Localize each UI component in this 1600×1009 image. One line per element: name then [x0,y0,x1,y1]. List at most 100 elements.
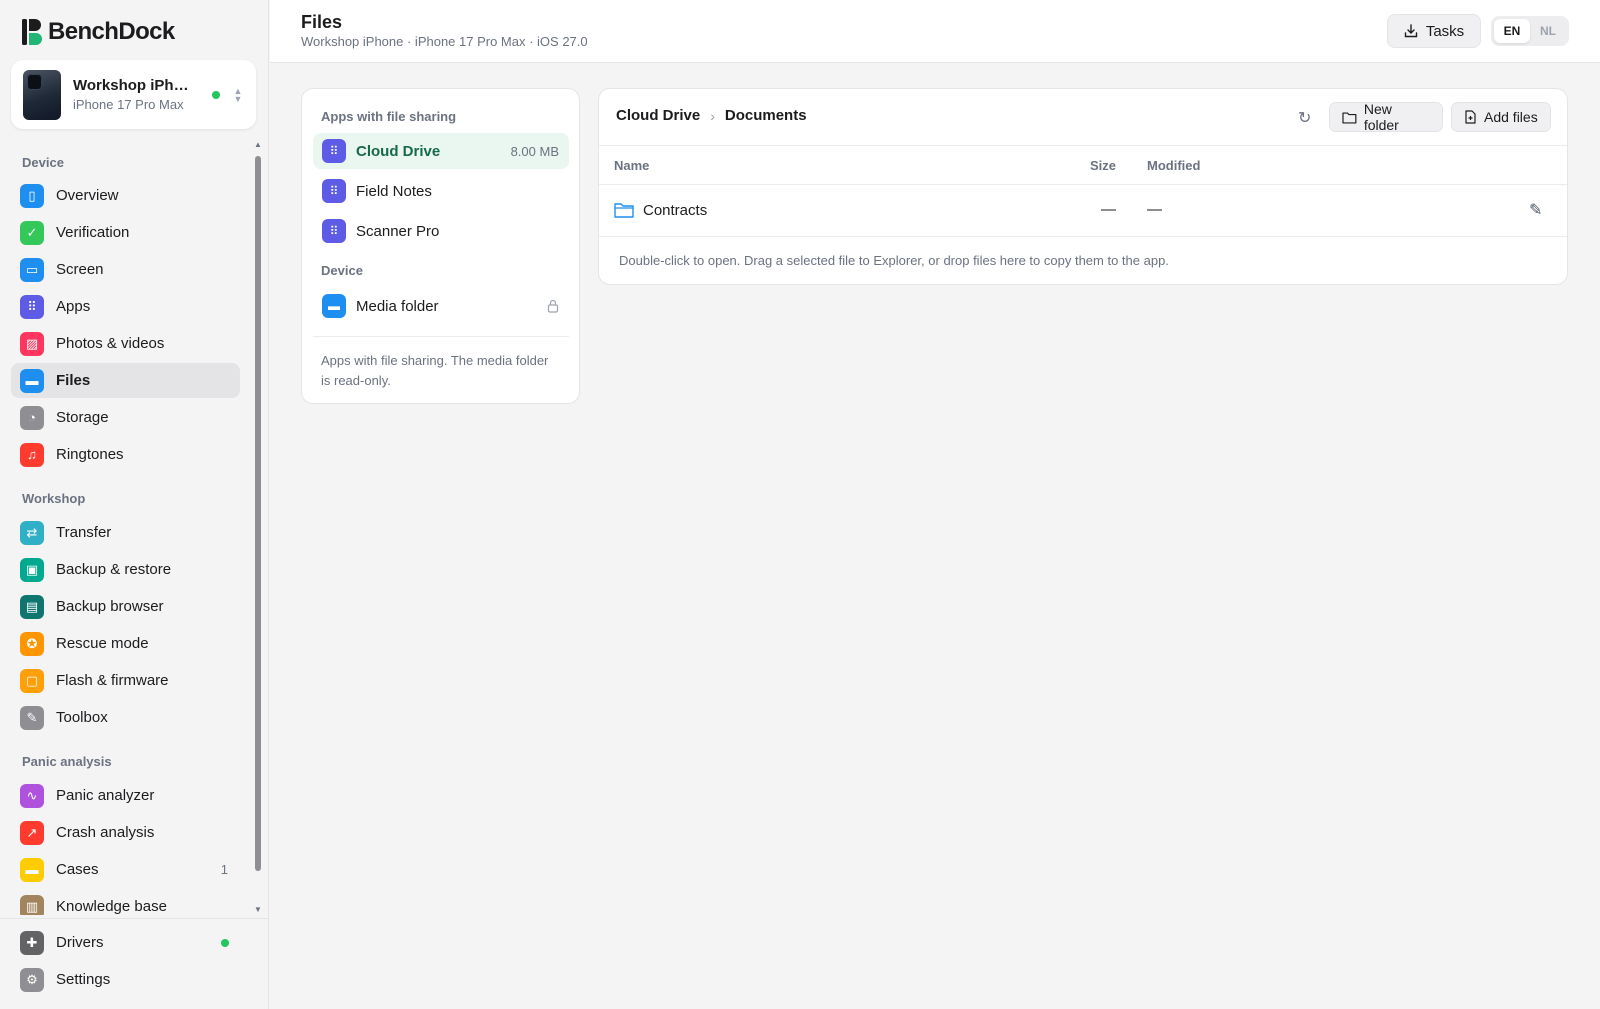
sidebar-item-backup-browser[interactable]: ▤ Backup browser [11,589,240,624]
gear-icon: ⚙ [20,967,44,992]
chevron-right-icon: › [710,107,715,124]
app-grid-icon: ⠿ [322,219,346,243]
tasks-button[interactable]: Tasks [1387,14,1481,48]
sidebar-item-verification[interactable]: ✓ Verification [11,215,240,250]
screen-icon: ▭ [20,257,44,282]
book-icon: ▥ [20,894,44,915]
scroll-up-arrow-icon[interactable]: ▲ [253,140,263,150]
device-connected-dot [212,90,220,99]
file-table-header: Name Size Modified [599,145,1567,185]
pie-chart-icon: ◔ [20,405,44,430]
column-modified[interactable]: Modified [1147,158,1200,173]
download-tray-icon [1404,24,1418,38]
trend-icon: ↗ [20,820,44,845]
cases-count-badge: 1 [220,862,228,877]
scrollbar-thumb[interactable] [255,156,261,871]
language-toggle: EN NL [1491,16,1569,46]
app-item-field-notes[interactable]: ⠿ Field Notes [313,173,569,209]
folder-outline-icon [614,203,634,218]
sidebar-item-flash-firmware[interactable]: ▢ Flash & firmware [11,663,240,698]
app-grid-icon: ⠿ [322,139,346,163]
new-folder-button[interactable]: New folder [1329,101,1443,133]
archive-icon: ▣ [20,557,44,582]
nav-section-workshop: Workshop [22,491,86,506]
puzzle-icon: ✚ [20,930,44,955]
lang-nl-button[interactable]: NL [1530,19,1566,43]
device-item-media-folder[interactable]: ▬ Media folder [313,288,569,324]
device-switcher[interactable]: Workshop iPhone iPhone 17 Pro Max ▲ ▼ [11,60,256,129]
app-logo: BenchDock [22,18,175,46]
chevron-up-down-icon: ▲ ▼ [233,85,243,104]
music-note-icon: ♫ [20,442,44,467]
app-grid-icon: ⠿ [322,179,346,203]
bench-logo-icon [22,19,42,45]
sidebar-item-toolbox[interactable]: ✎ Toolbox [11,700,240,735]
inbox-icon: ▤ [20,594,44,619]
breadcrumb-cloud-drive[interactable]: Cloud Drive [616,107,700,124]
pulse-icon: ∿ [20,783,44,808]
sidebar-item-settings[interactable]: ⚙ Settings [11,962,240,997]
breadcrumb-documents[interactable]: Documents [725,107,807,124]
sidebar-item-ringtones[interactable]: ♫ Ringtones [11,437,240,472]
file-browser: Cloud Drive › Documents ↻ New folder Add… [598,88,1568,285]
app-item-scanner-pro[interactable]: ⠿ Scanner Pro [313,213,569,249]
sidebar: BenchDock Workshop iPhone iPhone 17 Pro … [0,0,269,1009]
lock-icon [547,299,559,313]
apps-panel: Apps with file sharing ⠿ Cloud Drive 8.0… [301,88,580,404]
app-item-cloud-drive[interactable]: ⠿ Cloud Drive 8.00 MB [313,133,569,169]
lang-en-button[interactable]: EN [1494,19,1530,43]
transfer-arrows-icon: ⇄ [20,520,44,545]
case-folder-icon: ▬ [20,857,44,882]
drivers-status-dot [221,938,229,947]
sidebar-nav: Device ▯ Overview ✓ Verification ▭ Scree… [0,140,269,915]
sidebar-item-apps[interactable]: ⠿ Apps [11,289,240,324]
device-name: Workshop iPhone [73,77,197,94]
sidebar-item-rescue-mode[interactable]: ✪ Rescue mode [11,626,240,661]
chip-icon: ▢ [20,668,44,693]
lifebuoy-icon: ✪ [20,631,44,656]
nav-section-device: Device [22,155,64,170]
sidebar-item-storage[interactable]: ◔ Storage [11,400,240,435]
device-heading: Device [321,263,363,278]
apps-panel-note: Apps with file sharing. The media folder… [321,353,549,388]
sidebar-scrollbar[interactable]: ▲ ▼ [253,140,263,915]
add-files-button[interactable]: Add files [1451,102,1551,132]
nav-section-panic-analysis: Panic analysis [22,754,112,769]
folder-icon: ▬ [322,294,346,318]
sidebar-item-screen[interactable]: ▭ Screen [11,252,240,287]
device-model: iPhone 17 Pro Max [73,97,184,112]
shield-check-icon: ✓ [20,220,44,245]
refresh-icon[interactable]: ↻ [1298,108,1311,128]
sidebar-item-photos-videos[interactable]: ▨ Photos & videos [11,326,240,361]
folder-icon: ▬ [20,368,44,393]
table-row[interactable]: Contracts — — ✎ [599,185,1567,237]
sidebar-item-files[interactable]: ▬ Files [11,363,240,398]
file-size: — [1101,201,1116,218]
rename-pencil-icon[interactable]: ✎ [1529,200,1542,220]
sidebar-item-panic-analyzer[interactable]: ∿ Panic analyzer [11,778,240,813]
page-title: Files [301,12,343,32]
breadcrumb: Cloud Drive › Documents [616,107,807,124]
sidebar-item-cases[interactable]: ▬ Cases 1 [11,852,240,887]
column-name[interactable]: Name [614,158,649,173]
sidebar-item-knowledge-base[interactable]: ▥ Knowledge base [11,889,240,915]
scroll-down-arrow-icon[interactable]: ▼ [253,905,263,915]
drag-drop-hint: Double-click to open. Drag a selected fi… [619,253,1169,268]
panel-divider [313,336,569,337]
app-logo-text: BenchDock [48,18,175,45]
wrench-icon: ✎ [20,705,44,730]
column-size[interactable]: Size [1090,158,1116,173]
apps-grid-icon: ⠿ [20,294,44,319]
app-size: 8.00 MB [510,143,559,159]
apps-heading: Apps with file sharing [321,109,457,124]
page-subtitle: Workshop iPhone · iPhone 17 Pro Max · iO… [301,34,588,49]
sidebar-item-drivers[interactable]: ✚ Drivers [11,925,240,960]
sidebar-item-backup-restore[interactable]: ▣ Backup & restore [11,552,240,587]
file-plus-icon [1465,110,1476,124]
file-name: Contracts [643,202,708,219]
device-thumbnail [23,69,61,120]
sidebar-item-transfer[interactable]: ⇄ Transfer [11,515,240,550]
sidebar-item-overview[interactable]: ▯ Overview [11,178,240,213]
sidebar-footer: ✚ Drivers ⚙ Settings [0,918,269,1009]
sidebar-item-crash-analysis[interactable]: ↗ Crash analysis [11,815,240,850]
